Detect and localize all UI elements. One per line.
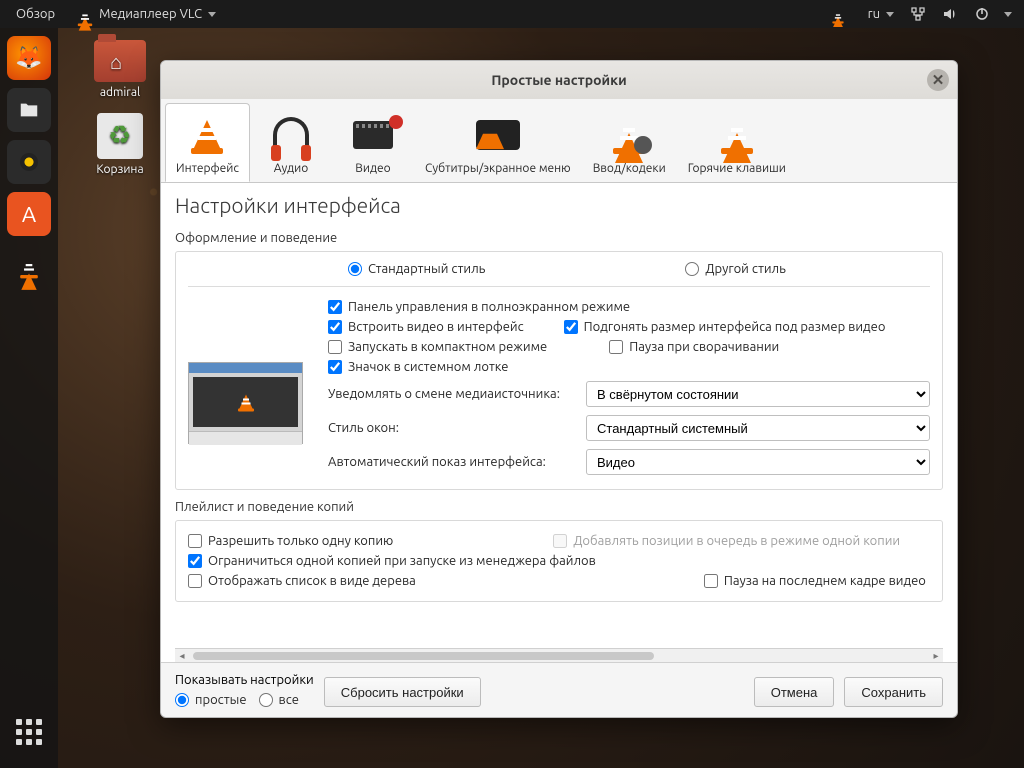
group-look-feel-label: Оформление и поведение [175,231,943,245]
tab-video[interactable]: Видео [332,103,414,182]
cancel-button[interactable]: Отмена [754,677,835,707]
radio-standard-style[interactable]: Стандартный стиль [348,262,485,276]
chk-minimal-mode[interactable]: Запускать в компактном режиме [328,340,547,354]
preferences-dialog: Простые настройки ✕ Интерфейс Аудио Виде… [160,60,958,718]
activities-button[interactable]: Обзор [8,7,63,21]
cone-icon [193,120,221,150]
chk-resize-interface[interactable]: Подгонять размер интерфейса под размер в… [564,320,886,334]
top-panel: Обзор Медиаплеер VLC ru [0,0,1024,28]
network-icon[interactable] [902,6,934,22]
show-apps-button[interactable] [7,710,51,754]
tab-hotkeys[interactable]: Горячие клавиши [677,103,797,182]
group-playlist: Разрешить только одну копию Добавлять по… [175,520,943,602]
group-look-feel: Стандартный стиль Другой стиль Панель уп… [175,251,943,490]
desktop-icons: ⌂ admiral Корзина [80,40,160,190]
chk-fullscreen-controller[interactable]: Панель управления в полноэкранном режиме [328,300,630,314]
chk-systray[interactable]: Значок в системном лотке [328,360,508,374]
chk-embed-video[interactable]: Встроить видео в интерфейс [328,320,524,334]
firefox-launcher[interactable]: 🦊 [7,36,51,80]
subtitle-icon [476,120,520,150]
codec-icon [610,120,648,150]
category-tabs: Интерфейс Аудио Видео Субтитры/экранное … [161,99,957,182]
save-button[interactable]: Сохранить [844,677,943,707]
rhythmbox-launcher[interactable] [7,140,51,184]
dialog-title: Простые настройки [491,72,626,88]
select-notify[interactable]: В свёрнутом состоянии [586,381,930,407]
label-auto-raise: Автоматический показ интерфейса: [328,455,578,469]
page-title: Настройки интерфейса [175,193,943,217]
tab-interface[interactable]: Интерфейс [165,103,250,182]
chk-tree-view[interactable]: Отображать список в виде дерева [188,574,416,588]
vlc-tray-icon[interactable] [816,7,860,21]
trash-icon[interactable]: Корзина [80,113,160,176]
label-window-style: Стиль окон: [328,421,578,435]
dock: 🦊 A [0,28,58,768]
chk-one-instance[interactable]: Разрешить только одну копию [188,534,393,548]
close-button[interactable]: ✕ [927,69,949,91]
dialog-titlebar[interactable]: Простые настройки ✕ [161,61,957,99]
chevron-down-icon [1004,12,1012,17]
tab-audio[interactable]: Аудио [250,103,332,182]
select-auto-raise[interactable]: Видео [586,449,930,475]
power-icon[interactable] [966,6,998,22]
software-launcher[interactable]: A [7,192,51,236]
chk-one-instance-file-manager[interactable]: Ограничиться одной копией при запуске из… [188,554,930,568]
home-folder-icon[interactable]: ⌂ admiral [80,40,160,99]
hotkeys-icon [718,120,756,150]
select-window-style[interactable]: Стандартный системный [586,415,930,441]
horizontal-scrollbar[interactable]: ◂▸ [175,648,943,662]
app-menu-label: Медиаплеер VLC [99,7,202,21]
chevron-down-icon [208,12,216,17]
radio-other-style[interactable]: Другой стиль [685,262,785,276]
dialog-footer: Показывать настройки простые все Сбросит… [161,662,957,717]
chk-pause-minimize[interactable]: Пауза при сворачивании [609,340,779,354]
radio-simple[interactable]: простые [175,693,247,707]
vlc-launcher[interactable] [7,244,51,288]
apps-grid-icon [16,719,42,745]
tab-subtitles[interactable]: Субтитры/экранное меню [414,103,582,182]
film-icon [353,121,393,149]
label-notify: Уведомлять о смене медиаисточника: [328,387,578,401]
app-menu[interactable]: Медиаплеер VLC [63,7,224,21]
skin-preview [188,362,303,444]
chevron-down-icon [886,12,894,17]
headphones-icon [273,117,309,153]
show-settings-label: Показывать настройки [175,673,314,687]
tab-input-codecs[interactable]: Ввод/кодеки [582,103,677,182]
radio-all[interactable]: все [259,693,299,707]
chk-enqueue: Добавлять позиции в очередь в режиме одн… [553,534,900,548]
keyboard-layout-indicator[interactable]: ru [860,7,902,21]
files-launcher[interactable] [7,88,51,132]
chk-pause-last-frame[interactable]: Пауза на последнем кадре видео [704,574,926,588]
reset-button[interactable]: Сбросить настройки [324,677,481,707]
volume-icon[interactable] [934,6,966,22]
group-playlist-label: Плейлист и поведение копий [175,500,943,514]
